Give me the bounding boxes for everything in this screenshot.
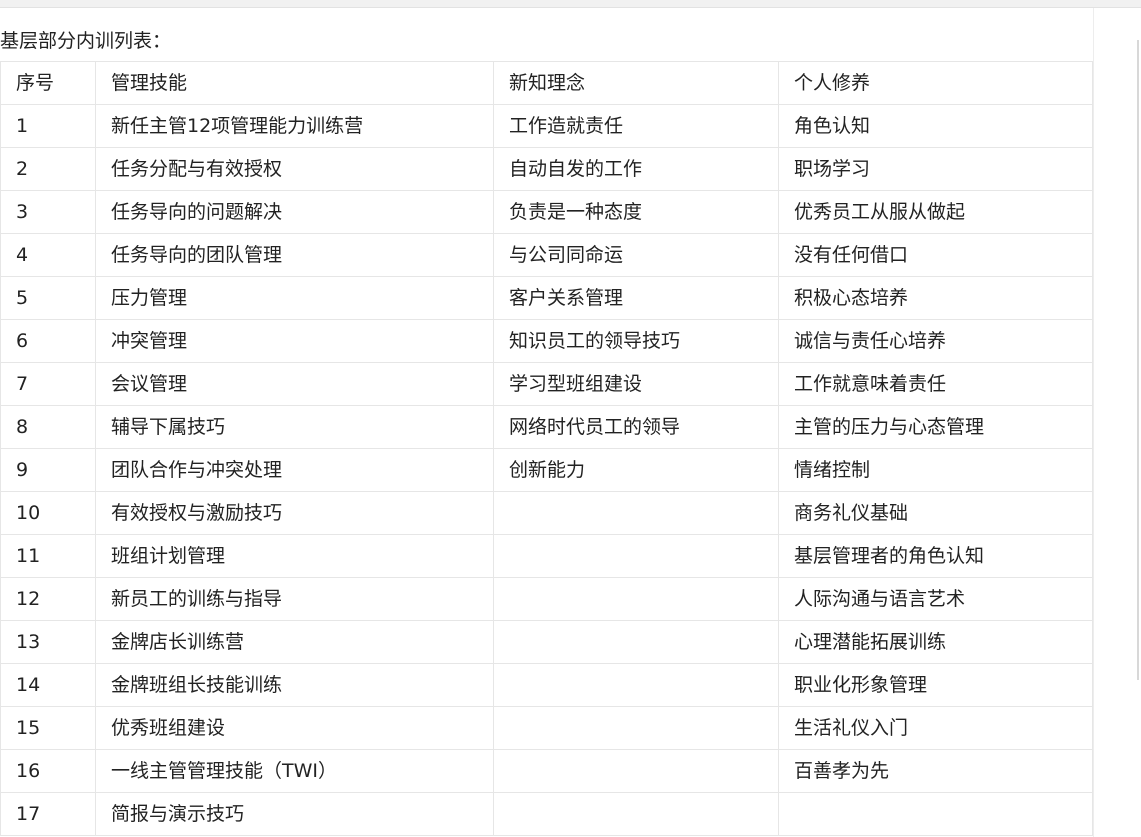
cell-new-concept: 创新能力: [493, 448, 779, 492]
table-row: 7 会议管理 学习型班组建设 工作就意味着责任: [0, 362, 1093, 406]
header-cell-management-skills: 管理技能: [95, 61, 494, 105]
cell-personal-cultivation: 人际沟通与语言艺术: [778, 577, 1093, 621]
cell-personal-cultivation: 工作就意味着责任: [778, 362, 1093, 406]
cell-management-skill: 会议管理: [95, 362, 494, 406]
cell-management-skill: 任务导向的问题解决: [95, 190, 494, 234]
cell-new-concept: 网络时代员工的领导: [493, 405, 779, 449]
cell-management-skill: 任务导向的团队管理: [95, 233, 494, 277]
table-row: 3 任务导向的问题解决 负责是一种态度 优秀员工从服从做起: [0, 190, 1093, 234]
table-header-row: 序号 管理技能 新知理念 个人修养: [0, 61, 1093, 105]
table-row: 2 任务分配与有效授权 自动自发的工作 职场学习: [0, 147, 1093, 191]
cell-management-skill: 冲突管理: [95, 319, 494, 363]
cell-new-concept: [493, 534, 779, 578]
cell-management-skill: 一线主管管理技能（TWI）: [95, 749, 494, 793]
cell-new-concept: 客户关系管理: [493, 276, 779, 320]
cell-management-skill: 金牌店长训练营: [95, 620, 494, 664]
table-row: 13 金牌店长训练营 心理潜能拓展训练: [0, 620, 1093, 664]
header-cell-new-concepts: 新知理念: [493, 61, 779, 105]
table-row: 11 班组计划管理 基层管理者的角色认知: [0, 534, 1093, 578]
cell-index: 5: [0, 276, 96, 320]
table-body: 1 新任主管12项管理能力训练营 工作造就责任 角色认知 2 任务分配与有效授权 自动自发的…: [0, 104, 1093, 836]
cell-index: 9: [0, 448, 96, 492]
cell-personal-cultivation: 情绪控制: [778, 448, 1093, 492]
table-row: 15 优秀班组建设 生活礼仪入门: [0, 706, 1093, 750]
cell-index: 14: [0, 663, 96, 707]
cell-new-concept: 自动自发的工作: [493, 147, 779, 191]
cell-index: 10: [0, 491, 96, 535]
cell-new-concept: [493, 663, 779, 707]
cell-management-skill: 优秀班组建设: [95, 706, 494, 750]
cell-index: 3: [0, 190, 96, 234]
cell-management-skill: 有效授权与激励技巧: [95, 491, 494, 535]
header-cell-index: 序号: [0, 61, 96, 105]
cell-new-concept: [493, 491, 779, 535]
cell-management-skill: 压力管理: [95, 276, 494, 320]
table-row: 1 新任主管12项管理能力训练营 工作造就责任 角色认知: [0, 104, 1093, 148]
cell-personal-cultivation: 优秀员工从服从做起: [778, 190, 1093, 234]
table-row: 9 团队合作与冲突处理 创新能力 情绪控制: [0, 448, 1093, 492]
table-row: 6 冲突管理 知识员工的领导技巧 诚信与责任心培养: [0, 319, 1093, 363]
cell-personal-cultivation: 商务礼仪基础: [778, 491, 1093, 535]
cell-management-skill: 任务分配与有效授权: [95, 147, 494, 191]
cell-new-concept: 工作造就责任: [493, 104, 779, 148]
cell-personal-cultivation: 百善孝为先: [778, 749, 1093, 793]
table-row: 4 任务导向的团队管理 与公司同命运 没有任何借口: [0, 233, 1093, 277]
training-list-table: 序号 管理技能 新知理念 个人修养 1 新任主管12项管理能力训练营 工作造就责任角…: [0, 61, 1093, 836]
cell-personal-cultivation: 诚信与责任心培养: [778, 319, 1093, 363]
table-row: 14 金牌班组长技能训练 职业化形象管理: [0, 663, 1093, 707]
cell-management-skill: 辅导下属技巧: [95, 405, 494, 449]
cell-new-concept: [493, 749, 779, 793]
cell-new-concept: 与公司同命运: [493, 233, 779, 277]
cell-management-skill: 新任主管12项管理能力训练营: [95, 104, 494, 148]
cell-new-concept: [493, 706, 779, 750]
table-row: 12 新员工的训练与指导 人际沟通与语言艺术: [0, 577, 1093, 621]
cell-personal-cultivation: 角色认知: [778, 104, 1093, 148]
cell-index: 11: [0, 534, 96, 578]
cell-index: 15: [0, 706, 96, 750]
cell-new-concept: [493, 620, 779, 664]
page-title: 基层部分内训列表：: [0, 30, 172, 52]
cell-management-skill: 金牌班组长技能训练: [95, 663, 494, 707]
cell-index: 8: [0, 405, 96, 449]
cell-management-skill: 班组计划管理: [95, 534, 494, 578]
cell-new-concept: [493, 577, 779, 621]
cell-personal-cultivation: 心理潜能拓展训练: [778, 620, 1093, 664]
cell-index: 16: [0, 749, 96, 793]
cell-new-concept: [493, 792, 779, 836]
cell-personal-cultivation: 没有任何借口: [778, 233, 1093, 277]
cell-personal-cultivation: 职场学习: [778, 147, 1093, 191]
cell-personal-cultivation: 基层管理者的角色认知: [778, 534, 1093, 578]
cell-index: 7: [0, 362, 96, 406]
top-toolbar-strip: [0, 0, 1141, 8]
cell-management-skill: 简报与演示技巧: [95, 792, 494, 836]
header-cell-personal-cultivation: 个人修养: [778, 61, 1093, 105]
cell-personal-cultivation: 生活礼仪入门: [778, 706, 1093, 750]
cell-index: 1: [0, 104, 96, 148]
table-row: 17 简报与演示技巧: [0, 792, 1093, 836]
cell-index: 17: [0, 792, 96, 836]
cell-management-skill: 新员工的训练与指导: [95, 577, 494, 621]
cell-index: 2: [0, 147, 96, 191]
cell-index: 6: [0, 319, 96, 363]
vertical-scrollbar[interactable]: [1137, 40, 1139, 680]
cell-personal-cultivation: [778, 792, 1093, 836]
cell-index: 12: [0, 577, 96, 621]
cell-personal-cultivation: 职业化形象管理: [778, 663, 1093, 707]
cell-personal-cultivation: 主管的压力与心态管理: [778, 405, 1093, 449]
table-row: 16 一线主管管理技能（TWI） 百善孝为先: [0, 749, 1093, 793]
cell-personal-cultivation: 积极心态培养: [778, 276, 1093, 320]
cell-index: 4: [0, 233, 96, 277]
table-row: 10 有效授权与激励技巧 商务礼仪基础: [0, 491, 1093, 535]
cell-new-concept: 学习型班组建设: [493, 362, 779, 406]
right-side-pane: [1093, 8, 1141, 837]
table-row: 5 压力管理 客户关系管理 积极心态培养: [0, 276, 1093, 320]
cell-new-concept: 知识员工的领导技巧: [493, 319, 779, 363]
cell-index: 13: [0, 620, 96, 664]
table-row: 8 辅导下属技巧 网络时代员工的领导 主管的压力与心态管理: [0, 405, 1093, 449]
cell-management-skill: 团队合作与冲突处理: [95, 448, 494, 492]
cell-new-concept: 负责是一种态度: [493, 190, 779, 234]
